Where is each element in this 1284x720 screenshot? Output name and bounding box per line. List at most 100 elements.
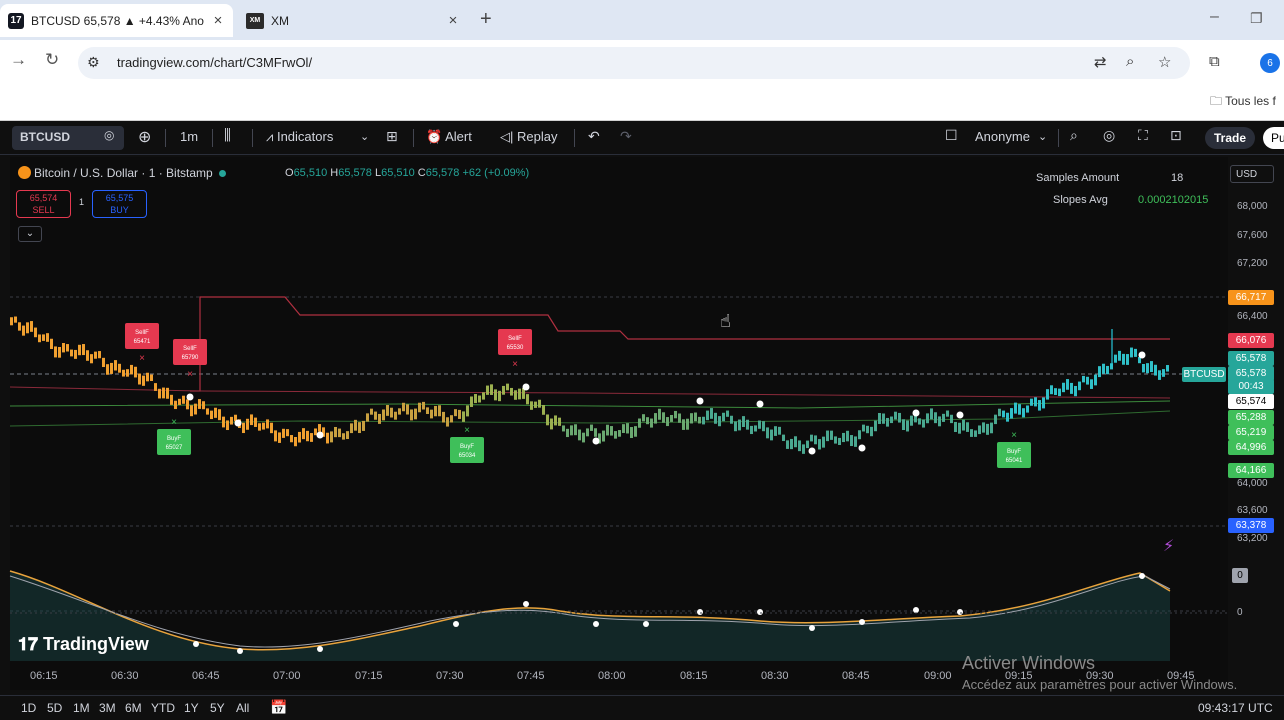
currency-select[interactable]: USD <box>1230 165 1274 183</box>
candle <box>1090 379 1093 389</box>
time-label: 08:30 <box>761 670 789 682</box>
chart-legend[interactable]: Bitcoin / U.S. Dollar · 1 · Bitstamp <box>18 166 232 180</box>
tab-tradingview[interactable]: 17 BTCUSD 65,578 ▲ +4.43% Ano × <box>0 4 233 37</box>
candle <box>846 430 849 442</box>
countdown-badge: 00:43 <box>1228 379 1274 394</box>
sell-label: SELL <box>32 205 55 215</box>
translate-icon[interactable]: ⇄ <box>1094 53 1107 71</box>
candle <box>1034 397 1037 407</box>
time-label: 07:15 <box>355 670 383 682</box>
candle <box>158 388 161 399</box>
candle <box>802 444 805 454</box>
oscillator-dot <box>643 621 649 627</box>
signal-price: 65034 <box>459 453 476 459</box>
candle <box>326 432 329 444</box>
candle <box>898 412 901 423</box>
candle <box>566 428 569 438</box>
candle <box>254 417 257 427</box>
buy-signal <box>997 442 1031 468</box>
time-label: 06:30 <box>111 670 139 682</box>
signal-cross-icon: × <box>1011 430 1017 441</box>
range-1y[interactable]: 1Y <box>184 701 199 715</box>
close-icon[interactable]: × <box>444 12 462 29</box>
candle <box>1130 347 1133 358</box>
oscillator-dot <box>317 646 323 652</box>
extensions-icon[interactable]: ⧉ <box>1209 53 1220 70</box>
tab-xm[interactable]: XM XM × <box>238 4 468 37</box>
url-text[interactable]: tradingview.com/chart/C3MFrwOl/ <box>117 55 312 70</box>
profile-avatar[interactable]: 6 <box>1260 53 1280 73</box>
tab-title: XM <box>271 13 289 28</box>
sell-signal <box>173 339 207 365</box>
clock[interactable]: 09:43:17 UTC <box>1198 701 1273 715</box>
sell-button[interactable]: 65,574 SELL <box>16 190 71 218</box>
candle <box>526 394 529 405</box>
signal-cross-icon: × <box>512 359 518 370</box>
candle <box>418 402 421 413</box>
candle <box>138 373 141 385</box>
change-value: +62 (+0.09%) <box>462 167 530 179</box>
currency-label: USD <box>1236 169 1258 180</box>
bookmark-label: Tous les f <box>1225 94 1276 108</box>
candle <box>494 389 497 401</box>
candle <box>1134 348 1137 357</box>
range-3m[interactable]: 3M <box>99 701 116 715</box>
star-icon[interactable]: ☆ <box>1158 53 1171 71</box>
candle <box>118 363 121 373</box>
reload-icon[interactable]: ↻ <box>45 50 59 70</box>
candle <box>46 333 49 342</box>
candle <box>202 401 205 410</box>
candle <box>994 414 997 425</box>
tradingview-logo[interactable]: 𝟏𝟕 TradingView <box>18 634 149 655</box>
time-label: 07:30 <box>436 670 464 682</box>
buy-button[interactable]: 65,575 BUY <box>92 190 147 218</box>
candle <box>490 384 493 395</box>
candle <box>538 399 541 408</box>
candle <box>918 418 921 425</box>
candle <box>502 385 505 395</box>
candle <box>618 430 621 437</box>
candle <box>166 387 169 399</box>
candle <box>742 416 745 428</box>
candle <box>442 411 445 423</box>
bookmark-folder[interactable]: 🗀 Tous les f <box>1210 92 1276 113</box>
candle <box>954 421 957 433</box>
candle <box>30 321 33 332</box>
restore-icon[interactable]: ❐ <box>1250 10 1263 27</box>
candle <box>214 407 217 418</box>
range-6m[interactable]: 6M <box>125 701 142 715</box>
candle <box>546 414 549 426</box>
new-tab-icon[interactable]: + <box>480 8 492 31</box>
candle <box>842 432 845 443</box>
candle <box>810 434 813 442</box>
candle <box>938 416 941 427</box>
candle <box>94 351 97 359</box>
tab-title: BTCUSD 65,578 ▲ +4.43% Ano <box>31 13 204 28</box>
range-ytd[interactable]: YTD <box>151 701 175 715</box>
price-label: 67,200 <box>1237 258 1268 269</box>
close-icon[interactable]: × <box>209 12 227 29</box>
candle <box>630 427 633 439</box>
candle <box>422 401 425 410</box>
range-all[interactable]: All <box>236 701 249 715</box>
date-range-icon[interactable]: 📅 <box>270 699 287 716</box>
candle <box>366 413 369 422</box>
time-label: 07:45 <box>517 670 545 682</box>
range-5y[interactable]: 5Y <box>210 701 225 715</box>
candle <box>1062 382 1065 393</box>
range-5d[interactable]: 5D <box>47 701 62 715</box>
candle <box>878 413 881 424</box>
oscillator-badge: 0 <box>1232 568 1248 583</box>
collapse-legend-button[interactable]: ⌄ <box>18 226 42 242</box>
price-badge: 65,574 <box>1228 394 1274 409</box>
minimize-icon[interactable]: – <box>1210 8 1219 26</box>
candle <box>190 405 193 417</box>
zoom-icon[interactable]: ⌕ <box>1126 53 1134 70</box>
site-info-icon[interactable]: ⚙ <box>87 54 100 71</box>
tradingview-logo-icon: 𝟏𝟕 <box>18 634 44 654</box>
tradingview-logo-text: TradingView <box>43 634 149 654</box>
forward-icon[interactable]: → <box>10 50 27 70</box>
candle <box>130 364 133 375</box>
range-1m[interactable]: 1M <box>73 701 90 715</box>
range-1d[interactable]: 1D <box>21 701 36 715</box>
